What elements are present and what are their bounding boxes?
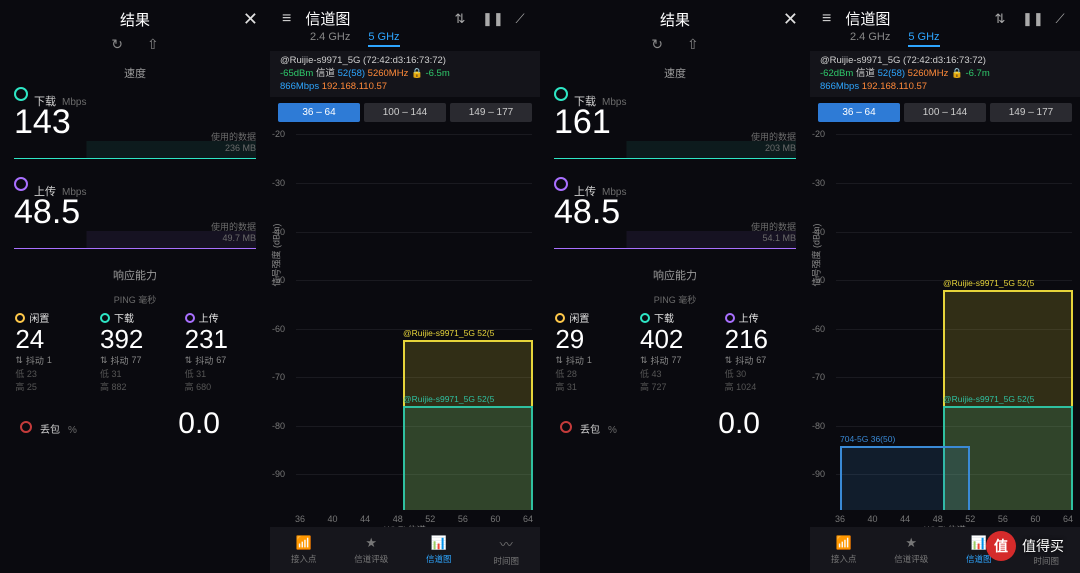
idle-icon [555, 313, 565, 323]
network-info: @Ruijie-s9971_5G (72:42:d3:16:73:72) -62… [810, 51, 1080, 97]
watermark-icon: 值 [986, 531, 1016, 561]
signal-icon[interactable]: ⟋ [512, 11, 528, 27]
band-2-4[interactable]: 2.4 GHz [310, 31, 350, 47]
star-icon: ★ [365, 535, 377, 551]
chart-icon: 📊 [431, 535, 447, 551]
range-tab-36-64[interactable]: 36 – 64 [278, 103, 360, 122]
lock-icon: 🔒 [411, 68, 423, 79]
ping-label: PING 毫秒 [0, 293, 270, 306]
signal-icon[interactable]: ⟋ [1052, 11, 1068, 27]
download-icon [640, 313, 650, 323]
download-metric: 下载 Mbps 143 使用的数据236 MB [0, 91, 270, 159]
download-icon [554, 87, 568, 101]
channel-title: 信道图 [845, 8, 978, 29]
upload-metric: 上传 Mbps 48.5 使用的数据49.7 MB [0, 181, 270, 249]
packet-loss: 丢包 % 0.0 [540, 393, 810, 449]
refresh-icon[interactable]: ↻ [111, 36, 123, 53]
band-2-4[interactable]: 2.4 GHz [850, 31, 890, 47]
pause-icon[interactable]: ❚❚ [1022, 11, 1038, 27]
share-icon[interactable]: ⇧ [147, 36, 159, 53]
star-icon: ★ [905, 535, 917, 551]
menu-icon[interactable]: ≡ [822, 10, 831, 28]
nav-access-points[interactable]: 📶接入点 [810, 527, 878, 573]
nav-access-points[interactable]: 📶接入点 [270, 527, 338, 573]
speed-label: 速度 [540, 65, 810, 81]
network-info: @Ruijie-s9971_5G (72:42:d3:16:73:72) -65… [270, 51, 540, 97]
menu-icon[interactable]: ≡ [282, 10, 291, 28]
time-icon: 〰 [500, 534, 513, 553]
band-5[interactable]: 5 GHz [908, 31, 939, 47]
channel-panel-1: ≡ 信道图 ⇅ ❚❚ ⟋ 2.4 GHz 5 GHz @Ruijie-s9971… [270, 0, 540, 573]
lock-icon: 🔒 [951, 68, 963, 79]
nav-channel-rating[interactable]: ★信道评级 [338, 527, 406, 573]
nav-channel-graph[interactable]: 📊信道图 [405, 527, 473, 573]
upload-icon [14, 177, 28, 191]
filter-icon[interactable]: ⇅ [452, 11, 468, 27]
packet-loss: 丢包 % 0.0 [0, 393, 270, 449]
filter-icon[interactable]: ⇅ [992, 11, 1008, 27]
ping-upload: 上传 231 ⇅ 抖动 67 低 31 高 680 [185, 310, 255, 393]
upload-icon [185, 313, 195, 323]
ping-upload: 上传 216 ⇅ 抖动 67 低 30 高 1024 [725, 310, 795, 393]
loss-icon [560, 421, 572, 433]
pause-icon[interactable]: ❚❚ [482, 11, 498, 27]
range-tab-100-144[interactable]: 100 – 144 [364, 103, 446, 122]
channel-chart: 信号强度 (dBm) Wi-Fi 信道 -20-30-40-50-60-70-8… [818, 130, 1072, 510]
share-icon[interactable]: ⇧ [687, 36, 699, 53]
speedtest-panel-1: 结果 ✕ ↻ ⇧ 速度 下载 Mbps 143 使用的数据236 MB 上传 M… [0, 0, 270, 573]
ping-label: PING 毫秒 [540, 293, 810, 306]
download-metric: 下载 Mbps 161 使用的数据203 MB [540, 91, 810, 159]
upload-icon [554, 177, 568, 191]
range-tab-100-144[interactable]: 100 – 144 [904, 103, 986, 122]
download-icon [14, 87, 28, 101]
chart-icon: 📊 [971, 535, 987, 551]
watermark-text: 值得买 [1022, 536, 1064, 556]
ping-download: 下载 392 ⇅ 抖动 77 低 31 高 882 [100, 310, 170, 393]
range-tab-149-177[interactable]: 149 – 177 [990, 103, 1072, 122]
close-icon[interactable]: ✕ [238, 9, 258, 30]
responsiveness-label: 响应能力 [540, 267, 810, 283]
channel-chart: 信号强度 (dBm) Wi-Fi 信道 -20-30-40-50-60-70-8… [278, 130, 532, 510]
close-icon[interactable]: ✕ [778, 9, 798, 30]
upload-icon [725, 313, 735, 323]
nav-channel-rating[interactable]: ★信道评级 [878, 527, 946, 573]
results-title: 结果 [32, 9, 238, 30]
loss-icon [20, 421, 32, 433]
nav-time-graph[interactable]: 〰时间图 [473, 527, 541, 573]
band-5[interactable]: 5 GHz [368, 31, 399, 47]
responsiveness-label: 响应能力 [0, 267, 270, 283]
refresh-icon[interactable]: ↻ [651, 36, 663, 53]
ping-download: 下载 402 ⇅ 抖动 77 低 43 高 727 [640, 310, 710, 393]
upload-metric: 上传 Mbps 48.5 使用的数据54.1 MB [540, 181, 810, 249]
idle-icon [15, 313, 25, 323]
wifi-icon: 📶 [836, 535, 852, 551]
channel-panel-2: ≡ 信道图 ⇅ ❚❚ ⟋ 2.4 GHz 5 GHz @Ruijie-s9971… [810, 0, 1080, 573]
ping-idle: 闲置 29 ⇅ 抖动 1 低 28 高 31 [555, 310, 625, 393]
download-icon [100, 313, 110, 323]
speedtest-panel-2: 结果 ✕ ↻ ⇧ 速度 下载 Mbps 161 使用的数据203 MB 上传 M… [540, 0, 810, 573]
wifi-icon: 📶 [296, 535, 312, 551]
range-tab-36-64[interactable]: 36 – 64 [818, 103, 900, 122]
channel-title: 信道图 [305, 8, 438, 29]
ping-idle: 闲置 24 ⇅ 抖动 1 低 23 高 25 [15, 310, 85, 393]
watermark: 值 值得买 [986, 531, 1064, 561]
results-title: 结果 [572, 9, 778, 30]
range-tab-149-177[interactable]: 149 – 177 [450, 103, 532, 122]
speed-label: 速度 [0, 65, 270, 81]
